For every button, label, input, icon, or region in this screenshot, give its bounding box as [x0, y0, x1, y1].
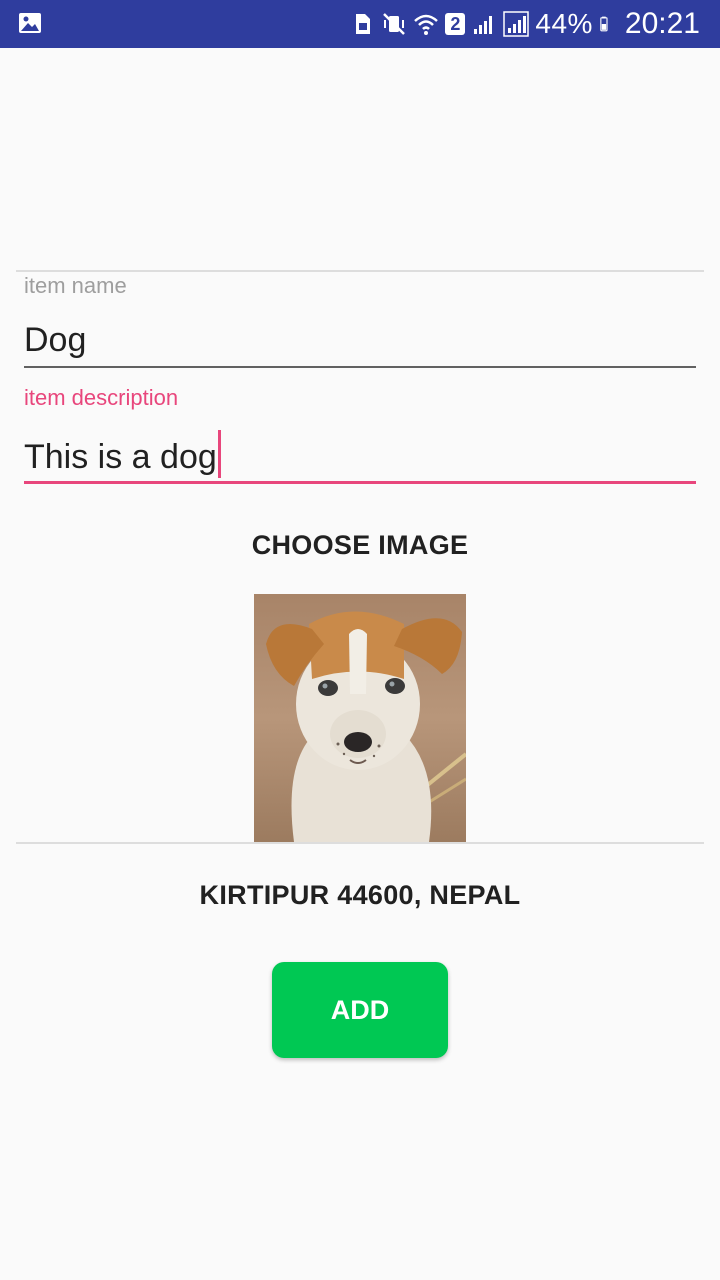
- item-description-label: item description: [24, 385, 179, 410]
- signal-icon: [474, 16, 493, 34]
- divider: [16, 270, 704, 272]
- selected-image: [254, 594, 466, 842]
- text-cursor: [217, 430, 221, 478]
- image-icon: [19, 13, 41, 33]
- clock: 20:21: [624, 7, 700, 40]
- battery-icon: [600, 16, 608, 32]
- item-name-label: item name: [24, 273, 127, 298]
- vibrate-off-icon: [383, 13, 406, 35]
- choose-image-button[interactable]: CHOOSE IMAGE: [0, 530, 720, 561]
- item-description-underline: [24, 481, 696, 484]
- item-description-field[interactable]: This is a dog: [24, 430, 696, 484]
- item-name-field[interactable]: Dog: [24, 318, 696, 368]
- item-name-value: Dog: [24, 321, 87, 359]
- wifi-icon: [414, 14, 439, 35]
- status-bar: 2 44% 20:21: [0, 0, 720, 48]
- item-name-underline: [24, 366, 696, 368]
- sim-number-badge: 2: [445, 13, 466, 35]
- sim-card-icon: [356, 14, 371, 34]
- signal-icon: [503, 11, 530, 37]
- battery-percent: 44%: [535, 8, 593, 39]
- divider: [16, 842, 704, 844]
- location-text: KIRTIPUR 44600, NEPAL: [199, 880, 521, 910]
- add-button[interactable]: ADD: [272, 962, 448, 1058]
- item-description-value: This is a dog: [24, 438, 217, 476]
